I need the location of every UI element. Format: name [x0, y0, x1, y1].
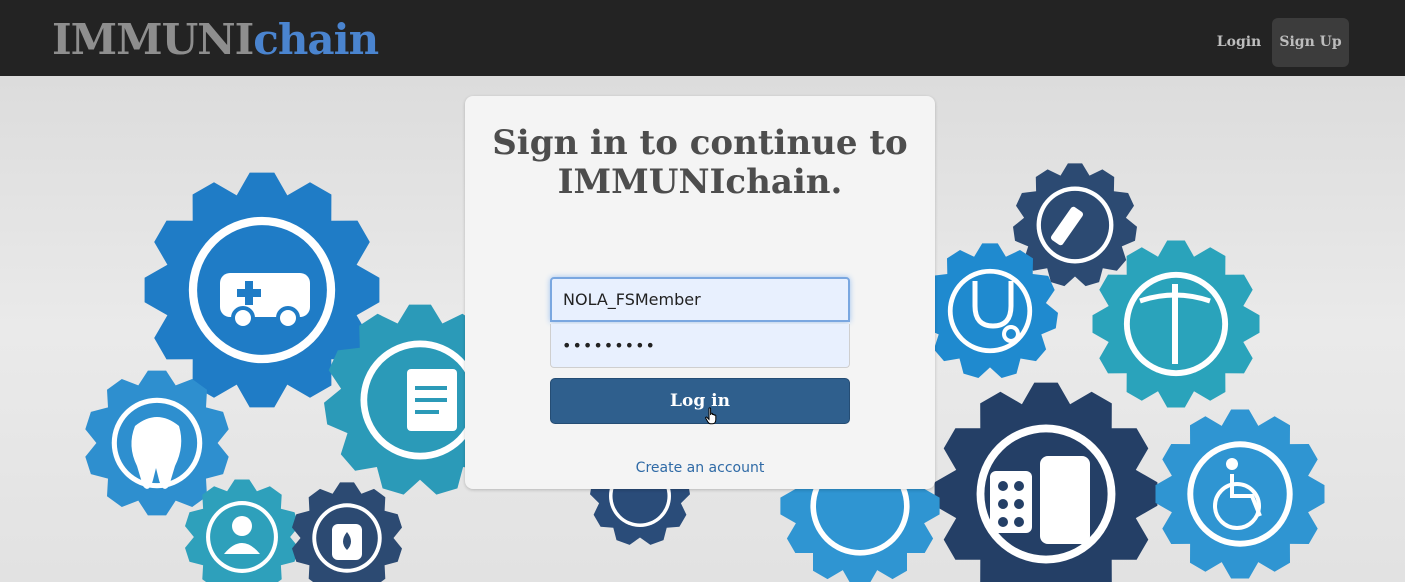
login-title-line2: IMMUNIchain.	[557, 162, 843, 202]
brand-name-part1: IMMUNI	[52, 15, 254, 64]
brand-name-part2: chain	[253, 15, 379, 64]
create-account-link[interactable]: Create an account	[465, 460, 935, 476]
login-title-line1: Sign in to continue to	[492, 123, 908, 163]
password-input[interactable]	[550, 324, 850, 368]
login-button[interactable]: Log in	[550, 378, 850, 424]
login-title: Sign in to continue to IMMUNIchain.	[465, 124, 935, 202]
brand-logo[interactable]: IMMUNIchain	[52, 14, 379, 66]
nav-signup-button[interactable]: Sign Up	[1272, 18, 1349, 67]
top-navbar: IMMUNIchain Login Sign Up	[0, 0, 1405, 76]
username-input[interactable]	[550, 277, 850, 322]
hand-cursor-icon	[705, 407, 717, 425]
login-card: Sign in to continue to IMMUNIchain. Log …	[465, 96, 935, 489]
nav-login-link[interactable]: Login	[1209, 18, 1269, 66]
